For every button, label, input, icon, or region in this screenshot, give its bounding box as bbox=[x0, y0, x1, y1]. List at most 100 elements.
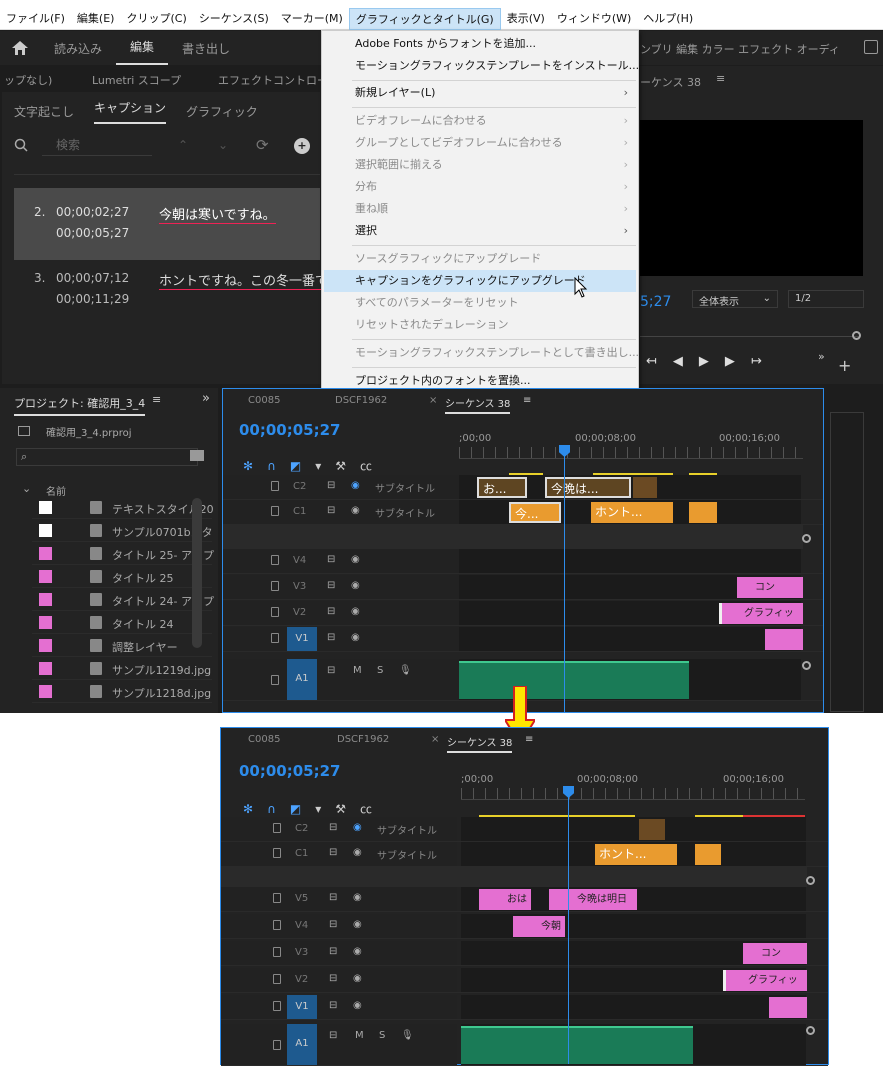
tab-c0085[interactable]: C0085 bbox=[248, 734, 280, 745]
scroll-handle-icon[interactable] bbox=[802, 534, 811, 543]
snap-icon[interactable]: ✻ bbox=[243, 459, 267, 473]
sync-icon[interactable]: ⊟ bbox=[329, 822, 337, 833]
timeline-timecode[interactable]: 00;00;05;27 bbox=[239, 421, 341, 439]
lock-icon[interactable] bbox=[271, 481, 279, 491]
graphic-clip[interactable] bbox=[765, 629, 803, 650]
menu-sequence[interactable]: シーケンス(S) bbox=[193, 8, 275, 30]
list-item[interactable]: サンプル0701bスタ bbox=[32, 519, 213, 542]
time-ruler[interactable] bbox=[459, 447, 803, 459]
tab-graphics[interactable]: グラフィック bbox=[186, 103, 258, 120]
eye-icon[interactable]: ◉ bbox=[353, 1000, 362, 1011]
sync-icon[interactable]: ⊟ bbox=[329, 1030, 337, 1041]
graphic-clip[interactable]: おは bbox=[479, 889, 531, 910]
graphic-clip[interactable]: グラフィッ bbox=[723, 970, 807, 991]
sync-icon[interactable]: ⊟ bbox=[327, 606, 335, 617]
eye-icon[interactable]: ◉ bbox=[351, 632, 360, 643]
list-item[interactable]: 調整レイヤー bbox=[32, 634, 212, 657]
workspace-import[interactable]: 読み込み bbox=[40, 40, 116, 57]
linked-selection-icon[interactable]: ∩ bbox=[267, 459, 290, 473]
chevron-up-icon[interactable]: ⌃ bbox=[178, 138, 188, 152]
eye-icon[interactable]: ◉ bbox=[353, 892, 362, 903]
tab-sequence-38[interactable]: シーケンス 38 bbox=[447, 734, 513, 753]
menu-item-new-layer[interactable]: 新規レイヤー(L) › bbox=[322, 82, 638, 104]
list-item[interactable]: サンプル1218d.jpg bbox=[32, 680, 212, 703]
graphic-clip[interactable]: コン bbox=[743, 943, 807, 964]
audio-clip[interactable] bbox=[461, 1026, 693, 1064]
add-button-icon[interactable]: + bbox=[838, 356, 851, 375]
eye-icon[interactable]: ◉ bbox=[353, 847, 362, 858]
list-item[interactable]: タイトル 25- アップ bbox=[32, 542, 214, 565]
home-icon[interactable] bbox=[0, 41, 40, 55]
project-search-input[interactable]: ⌕ bbox=[16, 448, 198, 466]
caption-clip[interactable] bbox=[633, 477, 657, 498]
eye-icon[interactable]: ◉ bbox=[351, 554, 360, 565]
lock-icon[interactable] bbox=[271, 675, 279, 685]
menu-item-select[interactable]: 選択 › bbox=[322, 220, 638, 242]
scroll-handle-icon[interactable] bbox=[806, 1026, 815, 1035]
sync-icon[interactable]: ⊟ bbox=[329, 847, 337, 858]
scroll-handle-icon[interactable] bbox=[802, 661, 811, 670]
menu-help[interactable]: ヘルプ(H) bbox=[637, 8, 699, 30]
project-title[interactable]: プロジェクト: 確認用_3_4 bbox=[14, 395, 146, 416]
caption-clip[interactable]: ホント... bbox=[591, 502, 673, 523]
resolution-select[interactable]: 1/2 bbox=[788, 290, 864, 308]
track-target-v1[interactable]: V1 bbox=[287, 627, 317, 651]
menu-view[interactable]: 表示(V) bbox=[501, 8, 551, 30]
eye-icon[interactable]: ◉ bbox=[353, 973, 362, 984]
frame-back-icon[interactable]: ◀ bbox=[673, 354, 699, 369]
chevron-down-icon[interactable]: ⌄ bbox=[218, 138, 228, 152]
eye-hidden-icon[interactable]: ◉ bbox=[351, 480, 360, 491]
caption-clip[interactable]: 今... bbox=[509, 502, 561, 523]
close-icon[interactable]: × bbox=[429, 395, 437, 406]
sync-icon[interactable]: ⊟ bbox=[329, 973, 337, 984]
tab-captions-none[interactable]: ップなし) bbox=[4, 72, 52, 88]
mute-button[interactable]: M bbox=[353, 665, 362, 676]
eye-icon[interactable]: ◉ bbox=[351, 606, 360, 617]
graphic-clip[interactable]: グラフィッ bbox=[719, 603, 803, 624]
mic-icon[interactable]: 🎙 bbox=[401, 1030, 414, 1041]
workspace-export[interactable]: 書き出し bbox=[168, 40, 244, 57]
menu-item-upgrade-caption-to-graphic[interactable]: キャプションをグラフィックにアップグレード bbox=[324, 270, 636, 292]
marker-icon[interactable]: ▾ bbox=[315, 802, 335, 816]
list-item[interactable]: タイトル 25 bbox=[32, 565, 212, 588]
caption-clip[interactable] bbox=[689, 502, 717, 523]
hamburger-icon[interactable]: ≡ bbox=[525, 734, 533, 745]
sync-icon[interactable]: ⊟ bbox=[327, 665, 335, 676]
lock-icon[interactable] bbox=[271, 581, 279, 591]
graphic-clip[interactable]: コン bbox=[737, 577, 803, 598]
caption-search-input[interactable]: 検索 bbox=[42, 136, 152, 156]
graphic-clip[interactable]: 今朝 bbox=[513, 916, 565, 937]
lock-icon[interactable] bbox=[273, 823, 281, 833]
timeline-timecode[interactable]: 00;00;05;27 bbox=[239, 762, 341, 780]
snap-icon[interactable]: ✻ bbox=[243, 802, 267, 816]
tab-sequence-38[interactable]: シーケンス 38 bbox=[445, 395, 511, 414]
playhead[interactable] bbox=[564, 447, 565, 713]
lock-icon[interactable] bbox=[271, 506, 279, 516]
caption-clip[interactable] bbox=[639, 819, 665, 840]
menu-file[interactable]: ファイル(F) bbox=[0, 8, 71, 30]
lock-icon[interactable] bbox=[271, 633, 279, 643]
tab-effect-controls[interactable]: エフェクトコントロー bbox=[218, 72, 328, 88]
sync-icon[interactable]: ⊟ bbox=[329, 892, 337, 903]
monitor-scrubber[interactable] bbox=[640, 336, 860, 337]
lock-icon[interactable] bbox=[273, 893, 281, 903]
caption-clip[interactable]: 今晩は... bbox=[545, 477, 631, 498]
find-icon[interactable] bbox=[190, 450, 204, 461]
step-back-icon[interactable]: ↤ bbox=[646, 354, 673, 369]
lock-icon[interactable] bbox=[273, 1001, 281, 1011]
tab-c0085[interactable]: C0085 bbox=[248, 395, 280, 406]
eye-icon[interactable]: ◉ bbox=[353, 919, 362, 930]
frame-forward-icon[interactable]: ▶ bbox=[725, 354, 751, 369]
workspace-menu-icon[interactable] bbox=[864, 40, 878, 54]
wrench-icon[interactable]: ⚒ bbox=[335, 802, 360, 816]
tab-dscf1962[interactable]: DSCF1962 bbox=[337, 734, 389, 745]
sync-icon[interactable]: ⊟ bbox=[329, 919, 337, 930]
captions-icon[interactable]: ㏄ bbox=[360, 459, 386, 473]
tab-captions[interactable]: キャプション bbox=[94, 99, 167, 124]
eye-icon[interactable]: ◉ bbox=[351, 580, 360, 591]
mic-icon[interactable]: 🎙 bbox=[399, 665, 412, 676]
scroll-handle-icon[interactable] bbox=[806, 876, 815, 885]
caption-clip[interactable]: ホント... bbox=[595, 844, 677, 865]
insert-icon[interactable]: ◩ bbox=[290, 459, 315, 473]
list-item[interactable]: テキストスタイル20 bbox=[32, 496, 214, 519]
